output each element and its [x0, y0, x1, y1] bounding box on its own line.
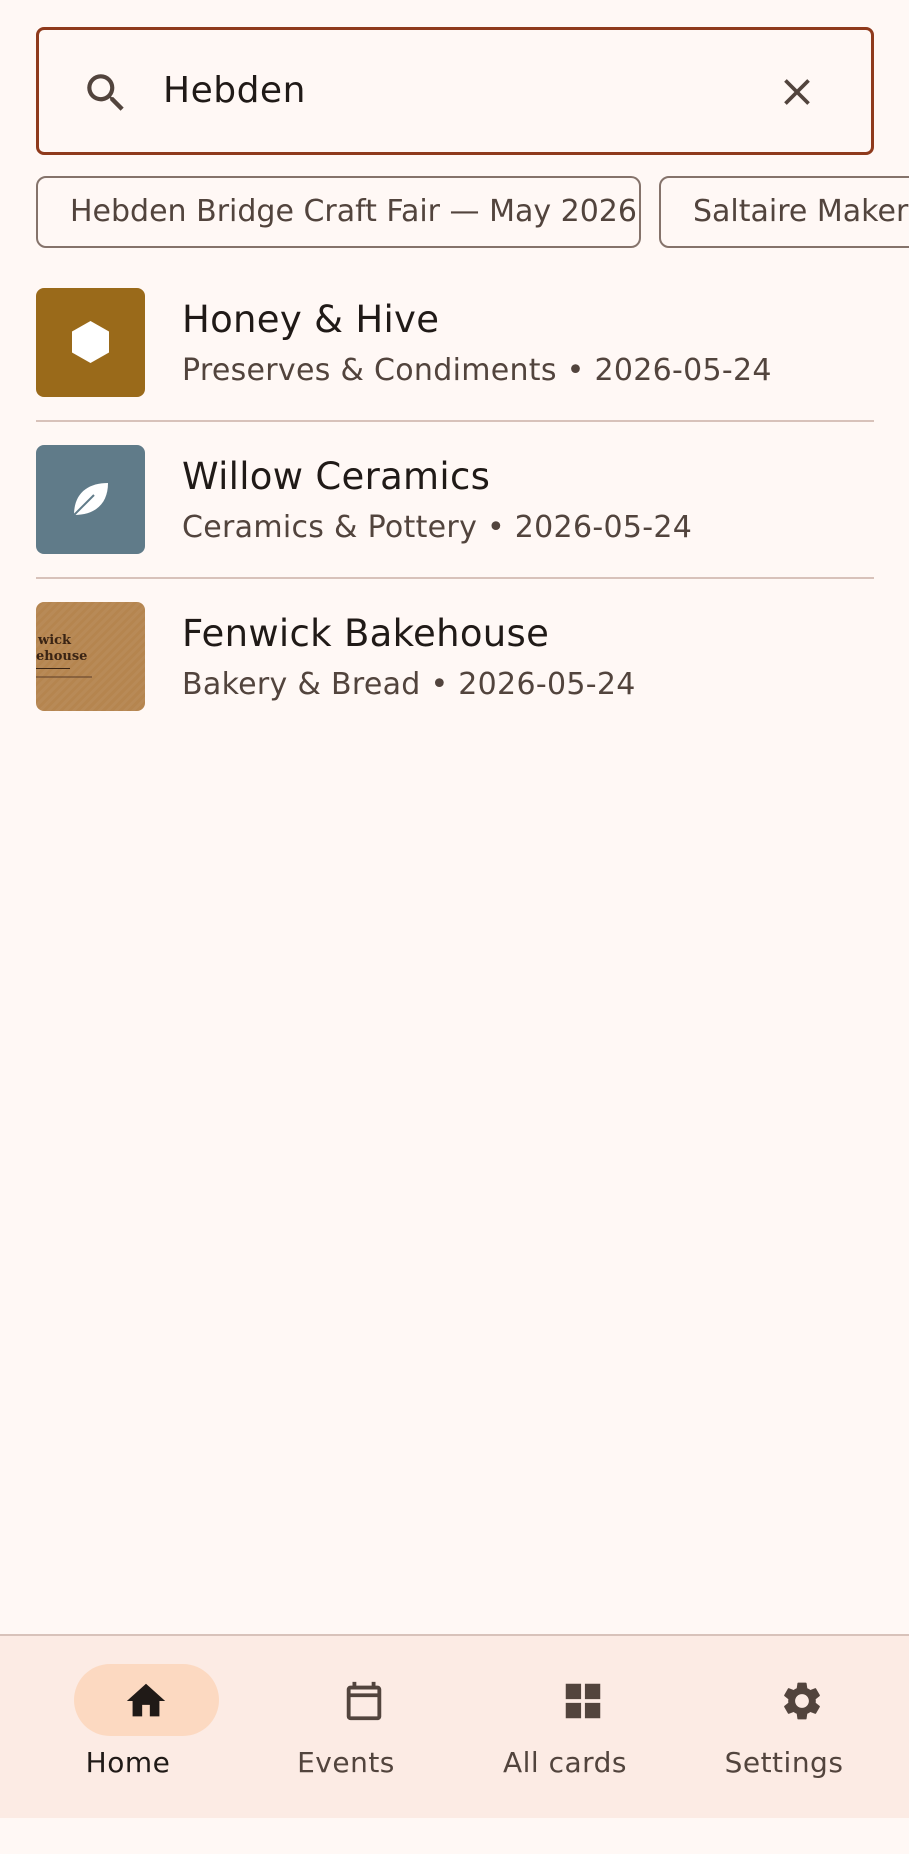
event-chip[interactable]: Hebden Bridge Craft Fair — May 2026	[36, 176, 641, 248]
search-icon	[87, 74, 124, 111]
divider	[36, 577, 874, 579]
divider	[36, 420, 874, 422]
business-card-logo: wick ehouse	[36, 633, 92, 678]
card-title: Honey & Hive	[182, 298, 440, 341]
nav-label: Events	[297, 1746, 395, 1779]
calendar-icon	[346, 1681, 382, 1721]
home-icon	[126, 1683, 166, 1717]
card-thumbnail	[36, 445, 145, 554]
nav-label: Settings	[724, 1746, 844, 1779]
business-card-photo: wick ehouse	[36, 602, 145, 711]
logo-line-2: ehouse	[36, 649, 87, 664]
results-list: Honey & Hive Preserves & Condiments • 20…	[36, 288, 874, 759]
list-item[interactable]: wick ehouse Fenwick Bakehouse Bakery & B…	[36, 602, 874, 759]
card-subtitle: Ceramics & Pottery • 2026-05-24	[182, 510, 693, 545]
event-chip[interactable]: Saltaire Maker	[659, 176, 909, 248]
nav-item-home[interactable]: Home	[19, 1636, 237, 1818]
leaf-icon	[73, 483, 108, 516]
card-subtitle: Preserves & Condiments • 2026-05-24	[182, 353, 772, 388]
hexagon-icon	[72, 321, 109, 363]
card-thumbnail	[36, 288, 145, 397]
list-item[interactable]: Willow Ceramics Ceramics & Pottery • 202…	[36, 445, 874, 602]
card-title: Willow Ceramics	[182, 455, 491, 498]
close-icon[interactable]	[775, 70, 819, 114]
logo-line-1: wick	[37, 633, 72, 648]
card-title: Fenwick Bakehouse	[182, 612, 550, 655]
nav-label: Home	[85, 1746, 171, 1779]
list-item[interactable]: Honey & Hive Preserves & Condiments • 20…	[36, 288, 874, 445]
card-subtitle: Bakery & Bread • 2026-05-24	[182, 667, 636, 702]
gear-icon	[784, 1682, 820, 1720]
nav-item-all-cards[interactable]: All cards	[456, 1636, 674, 1818]
nav-label: All cards	[502, 1746, 628, 1779]
nav-item-settings[interactable]: Settings	[675, 1636, 893, 1818]
search-screen: Hebden Hebden Bridge Craft Fair — May 20…	[0, 0, 909, 1854]
bottom-navigation: Home Events All cards Settings	[0, 1634, 909, 1818]
nav-item-events[interactable]: Events	[237, 1636, 455, 1818]
event-filter-chips: Hebden Bridge Craft Fair — May 2026 Salt…	[36, 176, 909, 250]
search-bar[interactable]: Hebden	[36, 27, 874, 155]
search-input[interactable]: Hebden	[163, 70, 306, 111]
grid-icon	[565, 1683, 601, 1719]
